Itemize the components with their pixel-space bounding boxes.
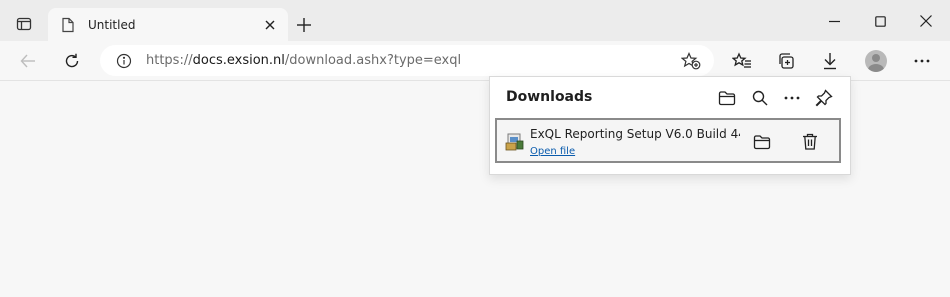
show-in-folder-button[interactable] (747, 128, 777, 156)
more-icon (784, 96, 800, 100)
profile-button[interactable] (860, 45, 892, 77)
delete-download-button[interactable] (795, 128, 825, 156)
favorites-icon (732, 52, 752, 70)
maximize-icon (874, 15, 886, 27)
window-close-icon (920, 15, 932, 27)
settings-more-button[interactable] (906, 45, 938, 77)
open-file-link[interactable]: Open file (530, 146, 575, 157)
download-filename: ExQL Reporting Setup V6.0 Build 44840 (530, 127, 740, 141)
download-icon (822, 52, 838, 70)
back-arrow-icon (20, 53, 36, 69)
address-bar[interactable]: https://docs.exsion.nl/download.ashx?typ… (100, 45, 714, 76)
url-path: /download.ashx?type=exql (284, 53, 462, 68)
page-icon (60, 17, 76, 33)
download-item[interactable]: ExQL Reporting Setup V6.0 Build 44840 Op… (495, 118, 841, 163)
pin-icon (815, 89, 833, 107)
window-close-button[interactable] (903, 6, 949, 36)
plus-icon (296, 17, 312, 33)
refresh-icon (64, 53, 80, 69)
url-host: docs.exsion.nl (192, 53, 285, 68)
tab-actions-icon (16, 16, 32, 32)
installer-file-icon (505, 132, 525, 152)
minimize-button[interactable] (811, 6, 857, 36)
minimize-icon (828, 16, 840, 27)
avatar (865, 50, 887, 72)
downloads-more-button[interactable] (777, 84, 807, 112)
close-icon (265, 20, 275, 30)
url-text[interactable]: https://docs.exsion.nl/download.ashx?typ… (146, 53, 676, 68)
collections-icon (777, 52, 795, 70)
folder-icon (718, 90, 736, 106)
favorites-button[interactable] (726, 45, 758, 77)
close-tab-button[interactable] (258, 13, 282, 37)
toolbar: https://docs.exsion.nl/download.ashx?typ… (0, 41, 950, 81)
star-plus-icon (681, 51, 701, 70)
downloads-button[interactable] (814, 45, 846, 77)
collections-button[interactable] (770, 45, 802, 77)
new-tab-button[interactable] (290, 12, 318, 38)
maximize-button[interactable] (857, 6, 903, 36)
info-icon[interactable] (114, 51, 134, 71)
search-icon (752, 90, 768, 106)
back-button[interactable] (12, 45, 44, 77)
search-downloads-button[interactable] (745, 84, 775, 112)
more-icon (914, 59, 930, 63)
open-downloads-folder-button[interactable] (712, 84, 742, 112)
add-favorite-button[interactable] (676, 47, 706, 75)
trash-icon (802, 133, 818, 151)
tab-bar: Untitled (0, 0, 950, 41)
pin-downloads-button[interactable] (809, 84, 839, 112)
downloads-flyout: Downloads ExQL Reporting Setup V6.0 Buil… (489, 76, 851, 175)
refresh-button[interactable] (56, 45, 88, 77)
downloads-title: Downloads (506, 89, 593, 105)
tab-title: Untitled (88, 17, 136, 32)
folder-icon (753, 134, 771, 150)
browser-window: Untitled https://docs.exsion.nl/download… (0, 0, 950, 297)
tab-actions-button[interactable] (8, 10, 40, 38)
url-protocol: https:// (146, 53, 193, 68)
tab-untitled[interactable]: Untitled (48, 8, 288, 41)
